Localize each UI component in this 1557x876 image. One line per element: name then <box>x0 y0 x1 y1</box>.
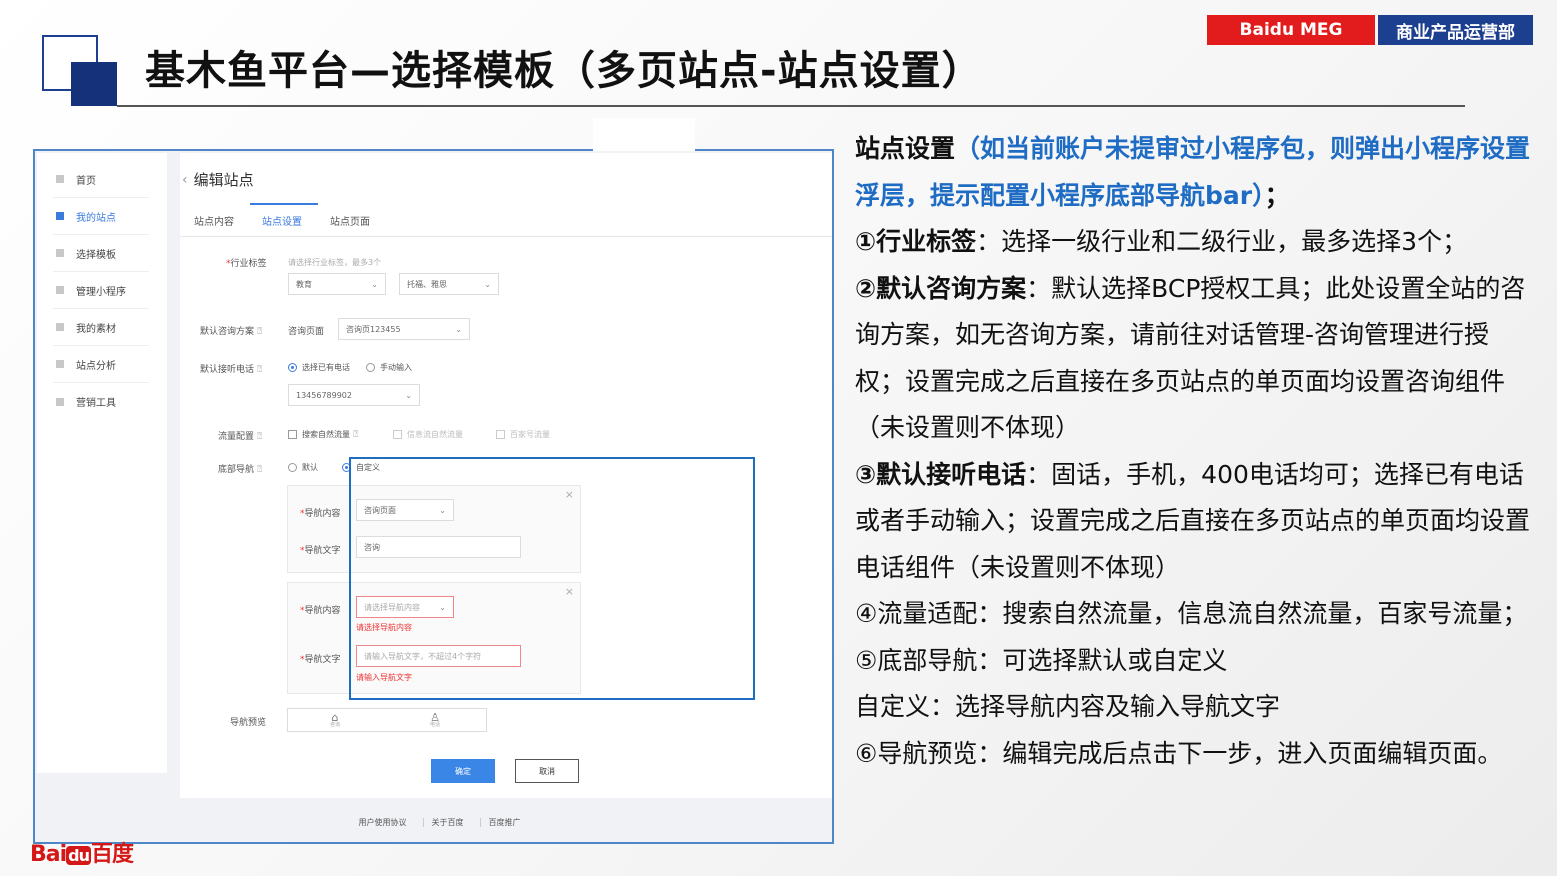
traffic-label: 流量配置 ⍰ <box>218 432 263 442</box>
checkbox-icon <box>288 430 297 439</box>
help-icon: ⍰ <box>256 327 263 337</box>
checkbox-icon <box>393 430 402 439</box>
description-item-5-sub: 自定义：选择导航内容及输入导航文字 <box>855 692 1281 721</box>
nav-text-label: *导航文字 <box>300 655 341 665</box>
traffic-option-search[interactable]: 搜索自然流量 ⍰ <box>288 429 358 440</box>
consult-prefix: 咨询页面 <box>288 327 325 337</box>
sidebar-item-assets[interactable]: 我的素材 <box>53 309 149 346</box>
square-icon <box>56 360 64 368</box>
confirm-button[interactable]: 确定 <box>431 759 495 783</box>
active-tab-indicator <box>250 203 318 205</box>
square-icon <box>56 397 64 406</box>
nav-content-label: *导航内容 <box>300 509 341 519</box>
description-item-3: ③默认接听电话：固话，手机，400电话均可；选择已有电话或者手动输入；设置完成之… <box>855 459 1531 582</box>
frame-tab-notch <box>593 118 695 151</box>
sidebar-item-label: 首页 <box>76 175 96 187</box>
description-heading: 站点设置（如当前账户未提审过小程序包，则弹出小程序设置浮层，提示配置小程序底部导… <box>855 134 1531 210</box>
cancel-button[interactable]: 取消 <box>515 759 579 783</box>
footer-link-about[interactable]: 关于百度 <box>422 818 464 827</box>
sidebar-item-label: 站点分析 <box>76 360 116 372</box>
tab-bar: 站点内容 站点设置 站点页面 <box>180 203 832 237</box>
description-item-5: ⑤底部导航：可选择默认或自定义 <box>855 645 1228 675</box>
brand-badge: Baidu MEG <box>1207 15 1375 45</box>
sidebar-item-marketing[interactable]: 营销工具 <box>53 383 149 420</box>
sidebar-item-analytics[interactable]: 站点分析 <box>53 346 149 383</box>
square-icon <box>56 212 64 220</box>
title-divider <box>117 105 1465 107</box>
description-item-4: ④流量适配：搜索自然流量，信息流自然流量，百家号流量； <box>855 599 1528 628</box>
square-icon <box>56 286 64 294</box>
description-item-6: ⑥导航预览：编辑完成后点击下一步，进入页面编辑页面。 <box>855 738 1503 768</box>
main-content: ‹ 编辑站点 站点内容 站点设置 站点页面 *行业标签 请选择行业标签，最多3个… <box>180 153 832 798</box>
help-icon: ⍰ <box>256 432 263 442</box>
help-icon: ⍰ <box>256 465 263 475</box>
sidebar-item-label: 管理小程序 <box>76 286 126 298</box>
sidebar-item-label: 我的素材 <box>76 323 116 335</box>
description-panel: 站点设置（如当前账户未提审过小程序包，则弹出小程序设置浮层，提示配置小程序底部导… <box>855 126 1535 777</box>
nav-preview: ⌂ 咨询 ♙ 电话 <box>287 708 487 732</box>
preview-label: 导航预览 <box>230 718 267 728</box>
phone-option-manual[interactable]: 手动输入 <box>366 362 412 373</box>
footer-link-promo[interactable]: 百度推广 <box>479 818 521 827</box>
footer-links: 用户使用协议 关于百度 百度推广 <box>35 817 832 828</box>
chevron-down-icon: ⌄ <box>484 279 491 289</box>
chevron-down-icon: ⌄ <box>371 279 378 289</box>
sidebar-item-my-sites[interactable]: 我的站点 <box>53 198 149 235</box>
checkbox-icon <box>496 430 505 439</box>
sidebar-item-home[interactable]: 首页 <box>53 161 149 198</box>
chevron-down-icon: ⌄ <box>405 390 412 400</box>
sidebar-item-mini-program[interactable]: 管理小程序 <box>53 272 149 309</box>
radio-checked-icon <box>288 363 297 372</box>
page-title: 编辑站点 <box>193 171 254 189</box>
phone-option-existing[interactable]: 选择已有电话 <box>288 362 350 373</box>
industry-secondary-select[interactable]: 托福、雅思 ⌄ <box>399 273 499 295</box>
sidebar-item-label: 营销工具 <box>76 398 116 409</box>
user-icon: ♙ 电话 <box>430 711 441 728</box>
chevron-down-icon: ⌄ <box>455 324 462 334</box>
industry-hint: 请选择行业标签，最多3个 <box>288 258 382 267</box>
footer-link-terms[interactable]: 用户使用协议 <box>351 818 407 827</box>
tab-site-content[interactable]: 站点内容 <box>194 213 234 228</box>
bottom-nav-label: 底部导航 ⍰ <box>218 465 263 475</box>
tab-site-settings[interactable]: 站点设置 <box>262 213 302 228</box>
chevron-left-icon: ‹ <box>182 171 188 188</box>
description-item-2: ②默认咨询方案：默认选择BCP授权工具；此处设置全站的咨询方案，如无咨询方案，请… <box>855 273 1526 443</box>
consult-label: 默认咨询方案 ⍰ <box>200 327 263 337</box>
description-item-1: ①行业标签：选择一级行业和二级行业，最多选择3个； <box>855 227 1468 256</box>
square-icon <box>56 175 64 183</box>
back-link[interactable]: ‹ 编辑站点 <box>182 169 254 190</box>
baidu-logo: Bai du百度 <box>30 842 134 867</box>
help-icon: ⍰ <box>353 429 359 440</box>
sidebar-item-templates[interactable]: 选择模板 <box>53 235 149 272</box>
sidebar-item-label: 我的站点 <box>76 212 116 224</box>
decor-square-filled <box>71 62 117 106</box>
slide-title: 基木鱼平台—选择模板（多页站点-站点设置） <box>145 48 983 94</box>
phone-select[interactable]: 13456789902 ⌄ <box>288 384 420 406</box>
sidebar-item-label: 选择模板 <box>76 249 116 261</box>
sidebar: 首页 我的站点 选择模板 管理小程序 我的素材 站点分析 营销工具 <box>37 153 167 773</box>
home-icon: ⌂ 咨询 <box>330 711 341 728</box>
radio-unchecked-icon <box>366 363 375 372</box>
square-icon <box>56 249 64 257</box>
nav-text-label: *导航文字 <box>300 546 341 556</box>
radio-unchecked-icon <box>288 463 297 472</box>
bottom-nav-option-default[interactable]: 默认 <box>288 462 318 473</box>
help-icon: ⍰ <box>256 365 263 375</box>
bottom-nav-highlight <box>349 457 755 700</box>
nav-content-label: *导航内容 <box>300 606 341 616</box>
traffic-option-feed[interactable]: 信息流自然流量 <box>393 429 463 440</box>
traffic-option-baijiahao[interactable]: 百家号流量 <box>496 429 550 440</box>
industry-label: *行业标签 <box>226 259 267 269</box>
embedded-screenshot: 首页 我的站点 选择模板 管理小程序 我的素材 站点分析 营销工具 ‹ 编辑站点… <box>33 149 834 844</box>
industry-primary-select[interactable]: 教育 ⌄ <box>288 273 386 295</box>
square-icon <box>56 323 64 331</box>
phone-label: 默认接听电话 ⍰ <box>200 365 263 375</box>
tab-site-pages[interactable]: 站点页面 <box>330 213 370 228</box>
department-badge: 商业产品运营部 <box>1378 15 1533 45</box>
consult-select[interactable]: 咨询页123455 ⌄ <box>338 318 470 340</box>
